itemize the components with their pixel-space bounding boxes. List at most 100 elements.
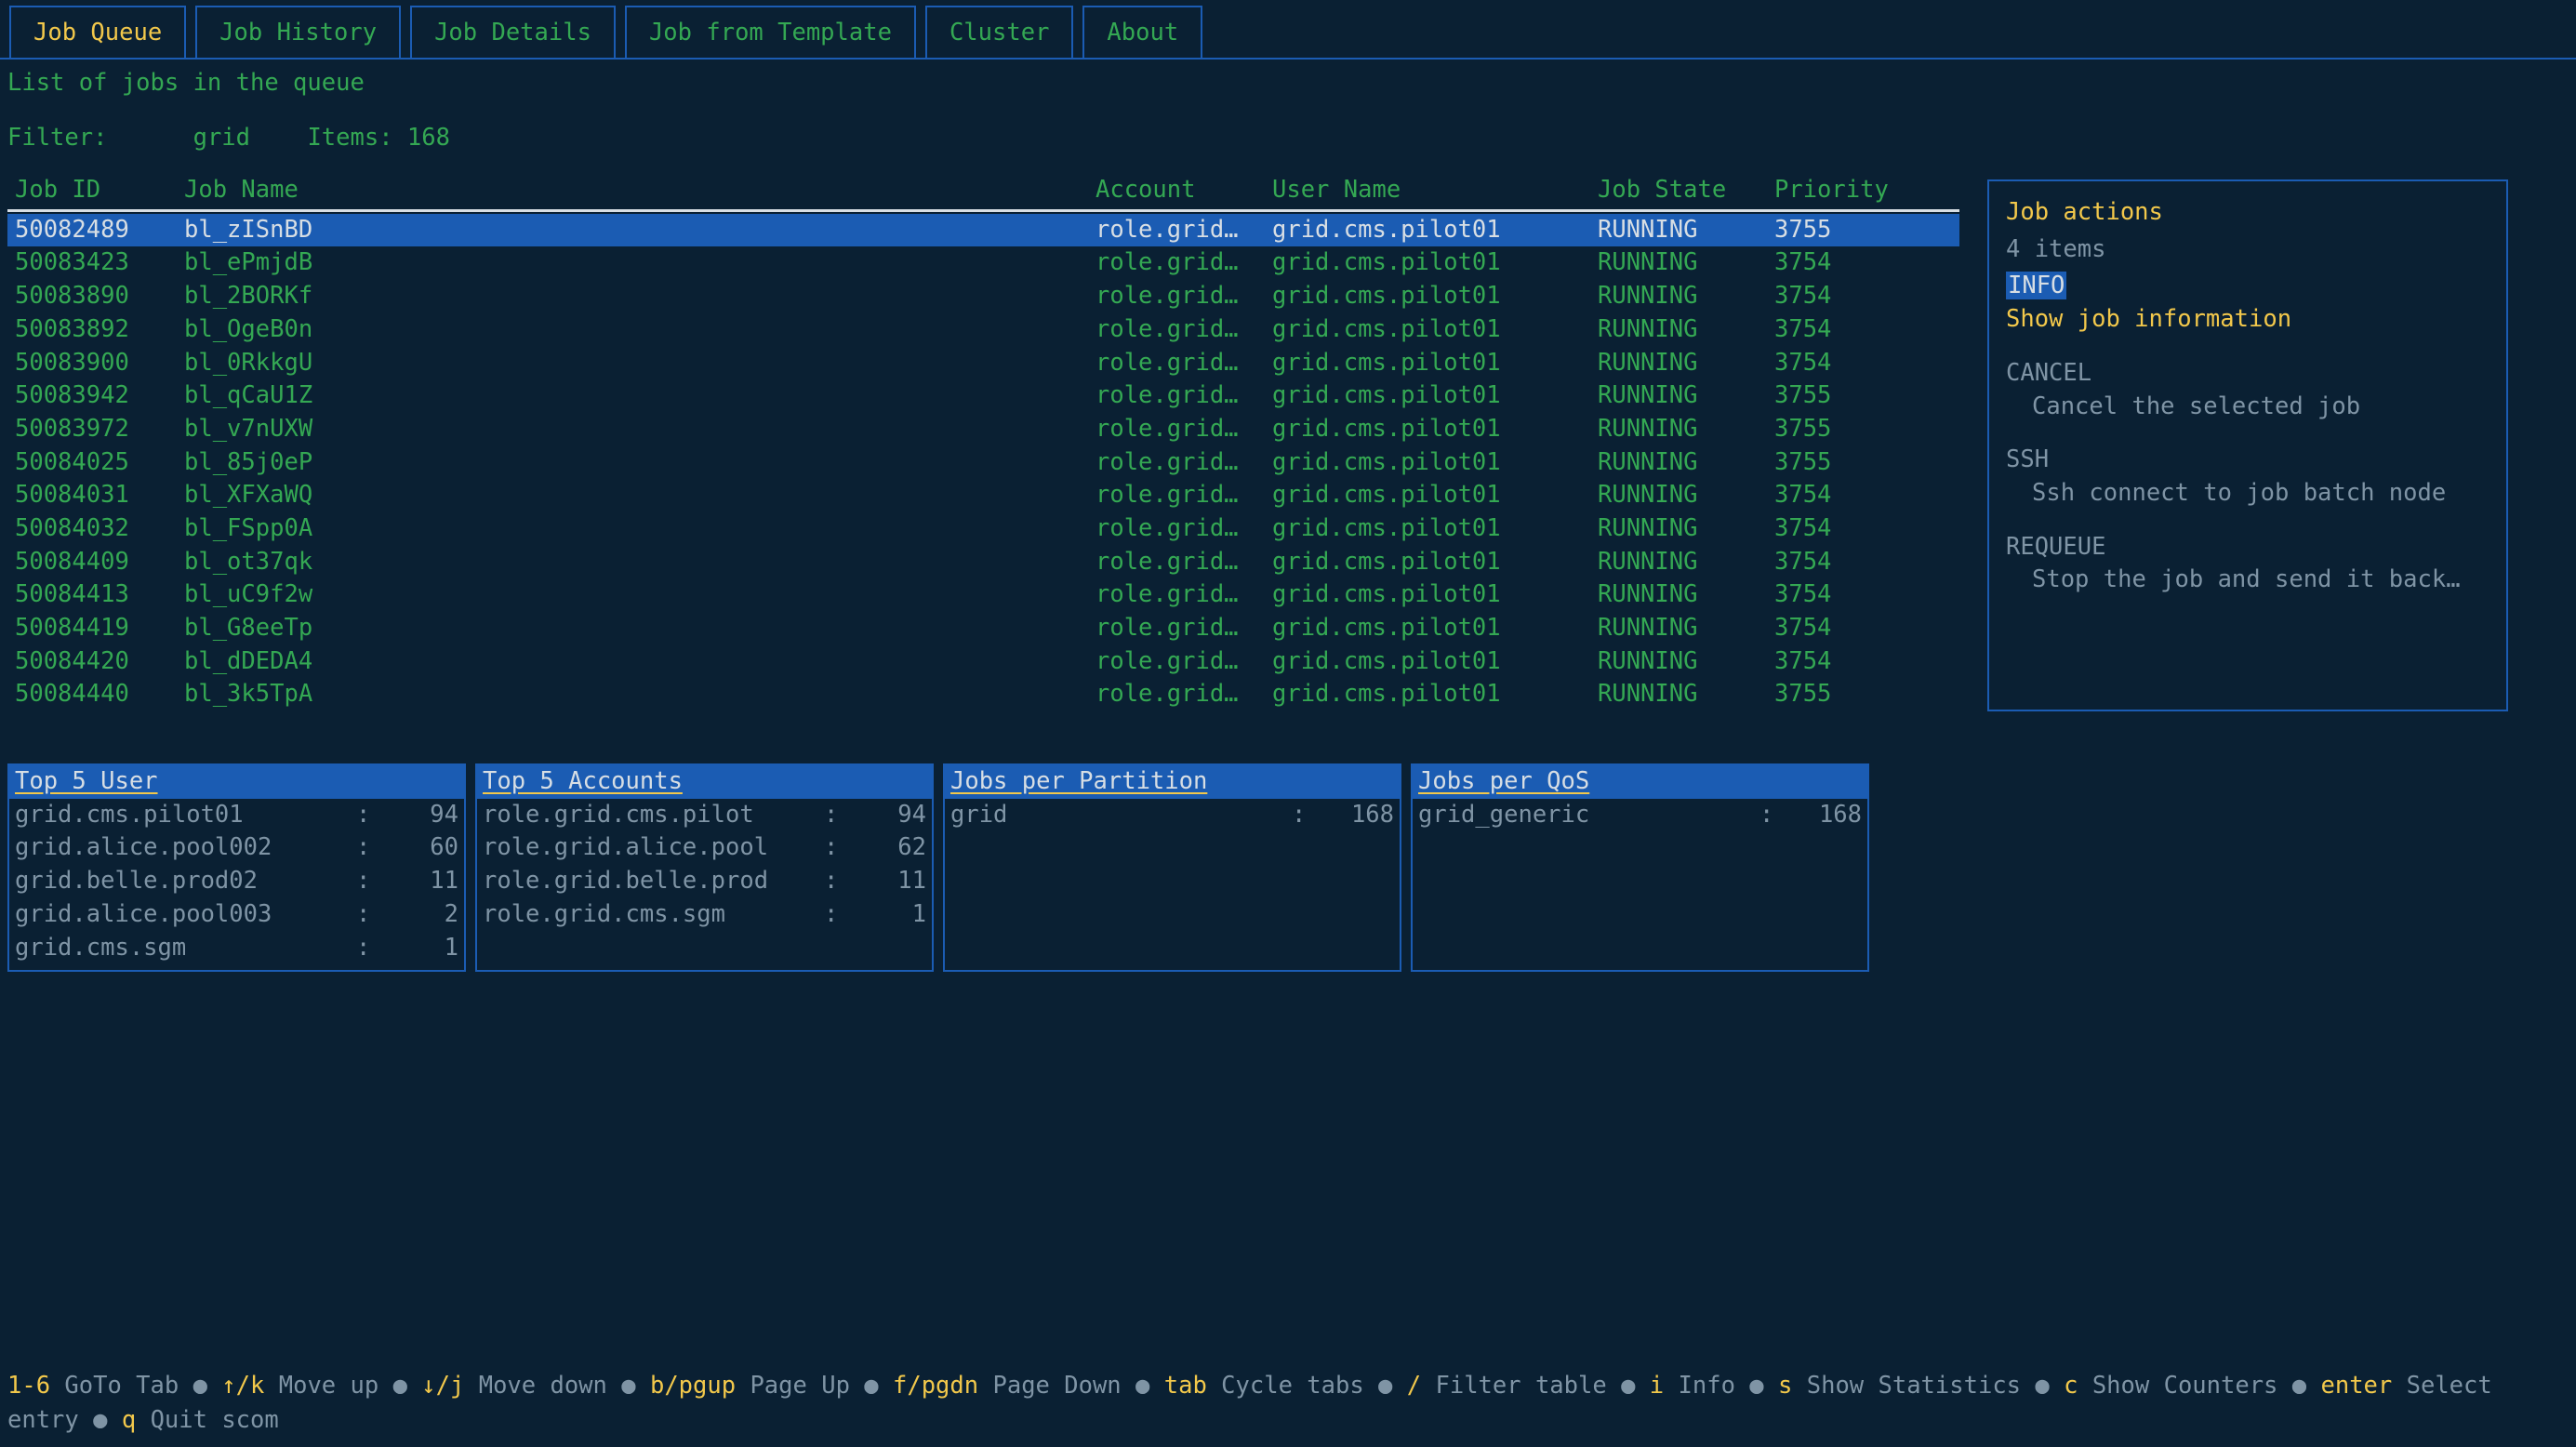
cell: role.grid… [1095,280,1272,313]
panel-row: role.grid.cms.sgm:1 [477,898,932,932]
table-row[interactable]: 50084025bl_85j0eProle.grid…grid.cms.pilo… [7,446,1959,480]
cell: grid.cms.pilot01 [1272,347,1598,380]
cell: RUNNING [1598,446,1774,480]
actions-count: 4 items [2006,233,2490,267]
table-row[interactable]: 50084419bl_G8eeTprole.grid…grid.cms.pilo… [7,612,1959,645]
cell: 3754 [1774,645,1923,679]
cell: bl_uC9f2w [184,578,1095,612]
cell: grid.cms.pilot01 [1272,214,1598,247]
cell: grid.cms.pilot01 [1272,446,1598,480]
cell: role.grid… [1095,546,1272,579]
cell: 50084419 [7,612,184,645]
cell: 50084413 [7,578,184,612]
cell: 50084440 [7,678,184,711]
cell: role.grid… [1095,214,1272,247]
cell: 3754 [1774,578,1923,612]
panel-row: role.grid.cms.pilot:94 [477,799,932,832]
cell: grid.cms.pilot01 [1272,313,1598,347]
table-row[interactable]: 50084440bl_3k5TpArole.grid…grid.cms.pilo… [7,678,1959,711]
tab-job-queue[interactable]: Job Queue [9,6,186,58]
tab-job-history[interactable]: Job History [195,6,401,58]
cell: bl_FSpp0A [184,512,1095,546]
action-ssh[interactable]: SSHSsh connect to job batch node [2006,444,2490,510]
action-name: SSH [2006,445,2049,473]
cell: role.grid… [1095,313,1272,347]
tab-cluster[interactable]: Cluster [925,6,1073,58]
table-row[interactable]: 50084413bl_uC9f2wrole.grid…grid.cms.pilo… [7,578,1959,612]
table-row[interactable]: 50084032bl_FSpp0Arole.grid…grid.cms.pilo… [7,512,1959,546]
tab-job-from-template[interactable]: Job from Template [625,6,916,58]
cell: RUNNING [1598,347,1774,380]
cell: grid.cms.pilot01 [1272,612,1598,645]
cell: grid.cms.pilot01 [1272,678,1598,711]
cell: 3755 [1774,446,1923,480]
panel-title: Top 5 User [9,765,464,799]
table-row[interactable]: 50082489bl_zISnBDrole.grid…grid.cms.pilo… [7,214,1959,247]
cell: role.grid… [1095,612,1272,645]
cell: role.grid… [1095,446,1272,480]
table-row[interactable]: 50083890bl_2BORKfrole.grid…grid.cms.pilo… [7,280,1959,313]
col-job-name[interactable]: Job Name [184,174,1095,207]
table-row[interactable]: 50083423bl_ePmjdBrole.grid…grid.cms.pilo… [7,246,1959,280]
cell: 3755 [1774,379,1923,413]
cell: grid.cms.pilot01 [1272,645,1598,679]
action-requeue[interactable]: REQUEUE Stop the job and send it back… [2006,531,2490,597]
table-row[interactable]: 50083942bl_qCaU1Zrole.grid…grid.cms.pilo… [7,379,1959,413]
table-row[interactable]: 50084409bl_ot37qkrole.grid…grid.cms.pilo… [7,546,1959,579]
cell: grid.cms.pilot01 [1272,379,1598,413]
panel-row: role.grid.alice.pool:62 [477,831,932,865]
cell: 3754 [1774,246,1923,280]
col-user[interactable]: User Name [1272,174,1598,207]
action-cancel[interactable]: CANCELCancel the selected job [2006,357,2490,423]
tab-bar: Job QueueJob HistoryJob DetailsJob from … [0,0,2576,60]
cell: grid.cms.pilot01 [1272,280,1598,313]
tab-about[interactable]: About [1082,6,1202,58]
cell: RUNNING [1598,612,1774,645]
action-desc: Cancel the selected job [2006,391,2490,424]
cell: bl_zISnBD [184,214,1095,247]
action-desc: Stop the job and send it back… [2006,564,2490,597]
cell: 3754 [1774,612,1923,645]
col-priority[interactable]: Priority [1774,174,1923,207]
panel-row: grid.cms.pilot01:94 [9,799,464,832]
cell: role.grid… [1095,479,1272,512]
cell: bl_0RkkgU [184,347,1095,380]
table-row[interactable]: 50084420bl_dDEDA4role.grid…grid.cms.pilo… [7,645,1959,679]
page-description: List of jobs in the queue [0,60,2576,104]
cell: 50084420 [7,645,184,679]
table-row[interactable]: 50083892bl_OgeB0nrole.grid…grid.cms.pilo… [7,313,1959,347]
cell: RUNNING [1598,678,1774,711]
cell: RUNNING [1598,413,1774,446]
cell: role.grid… [1095,379,1272,413]
panel-row: grid_generic:168 [1413,799,1867,832]
cell: role.grid… [1095,413,1272,446]
panel-row: grid.belle.prod02:11 [9,865,464,898]
col-account[interactable]: Account [1095,174,1272,207]
cell: 3755 [1774,678,1923,711]
cell: 50084409 [7,546,184,579]
cell: RUNNING [1598,645,1774,679]
cell: 3754 [1774,280,1923,313]
panel-row: grid.cms.sgm:1 [9,932,464,965]
cell: RUNNING [1598,280,1774,313]
action-info[interactable]: INFOShow job information [2006,270,2490,336]
job-table: Job ID Job Name Account User Name Job St… [0,174,1967,711]
action-name: REQUEUE [2006,533,2105,561]
panel-title: Jobs per Partition [945,765,1400,799]
cell: grid.cms.pilot01 [1272,413,1598,446]
cell: bl_G8eeTp [184,612,1095,645]
cell: RUNNING [1598,214,1774,247]
tab-job-details[interactable]: Job Details [410,6,616,58]
cell: bl_qCaU1Z [184,379,1095,413]
cell: bl_v7nUXW [184,413,1095,446]
col-job-id[interactable]: Job ID [7,174,184,207]
table-row[interactable]: 50083972bl_v7nUXWrole.grid…grid.cms.pilo… [7,413,1959,446]
cell: grid.cms.pilot01 [1272,246,1598,280]
table-row[interactable]: 50084031bl_XFXaWQrole.grid…grid.cms.pilo… [7,479,1959,512]
panel-title: Jobs per QoS [1413,765,1867,799]
cell: bl_OgeB0n [184,313,1095,347]
cell: 50084025 [7,446,184,480]
col-state[interactable]: Job State [1598,174,1774,207]
table-row[interactable]: 50083900bl_0RkkgUrole.grid…grid.cms.pilo… [7,347,1959,380]
cell: role.grid… [1095,645,1272,679]
